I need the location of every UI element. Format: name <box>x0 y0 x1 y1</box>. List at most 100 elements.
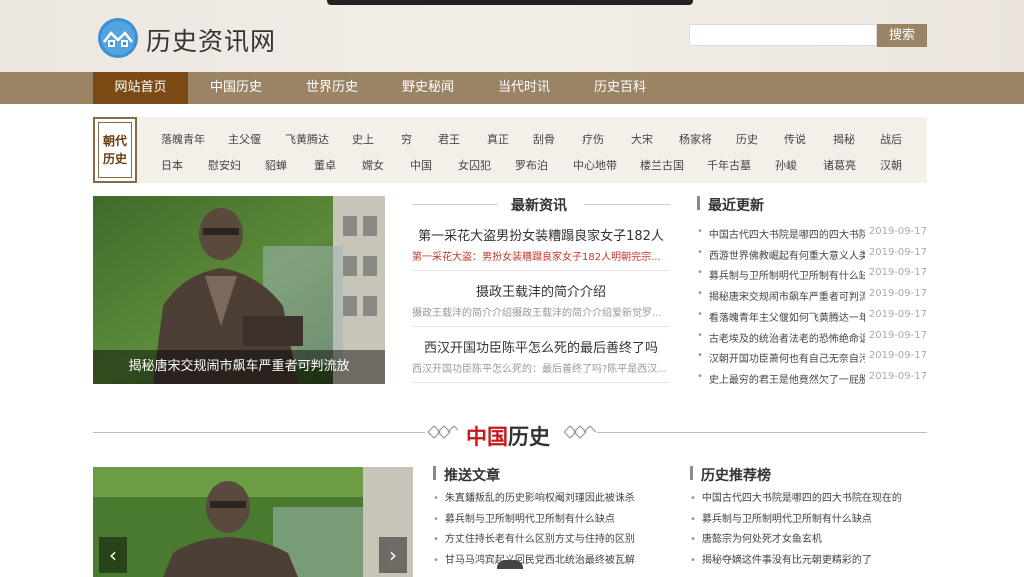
tag-link[interactable]: 穷 <box>401 131 412 147</box>
recommended-list-item-title[interactable]: 朱寘鐇叛乱的历史影响权阉刘瑾因此被诛杀 <box>445 493 635 504</box>
tag-link[interactable]: 貂蝉 <box>265 157 287 173</box>
recommended-list-item[interactable]: • 朱寘鐇叛乱的历史影响权阉刘瑾因此被诛杀 <box>433 489 635 504</box>
recent-item-date: 2019-09-17 <box>868 226 927 237</box>
section-title-dark: 历史 <box>508 424 550 449</box>
recent-list-item[interactable]: • 中国古代四大书院是哪四的四大书院 2019-09-17 <box>697 226 927 241</box>
ranking-list-item[interactable]: • 中国古代四大书院是哪四的四大书院在现在的 <box>690 489 902 504</box>
recent-list-item[interactable]: • 揭秘唐宋交规闹市飙车严重者可判流 2019-09-17 <box>697 288 927 303</box>
recent-item-title[interactable]: 募兵制与卫所制明代卫所制有什么缺 <box>709 267 865 282</box>
tag-link[interactable]: 日本 <box>161 157 183 173</box>
tag-link[interactable]: 战后 <box>880 131 902 147</box>
nav-item-world-history[interactable]: 世界历史 <box>284 72 380 104</box>
recommended-list-item[interactable]: • 方丈住持长老有什么区别方丈与住持的区别 <box>433 530 635 545</box>
tag-link[interactable]: 千年古墓 <box>707 157 751 173</box>
recent-list-item[interactable]: • 汉朝开国功臣萧何也有自己无奈自污 2019-09-17 <box>697 350 927 365</box>
recommended-list-item-title[interactable]: 募兵制与卫所制明代卫所制有什么缺点 <box>445 514 615 525</box>
tag-link[interactable]: 传说 <box>784 131 806 147</box>
site-name[interactable]: 历史资讯网 <box>146 22 276 58</box>
carousel-prev-button[interactable]: ‹ <box>99 537 127 573</box>
featured-article[interactable]: 揭秘唐宋交规闹市飙车严重者可判流放 <box>93 196 385 384</box>
bullet-icon: • <box>697 246 703 258</box>
search-button[interactable]: 搜索 <box>877 24 927 47</box>
recommended-list-item[interactable]: • 募兵制与卫所制明代卫所制有什么缺点 <box>433 510 615 525</box>
carousel-next-button[interactable]: › <box>379 537 407 573</box>
logo-icon[interactable] <box>98 18 138 58</box>
ranking-list-item-title[interactable]: 中国古代四大书院是哪四的四大书院在现在的 <box>702 493 902 504</box>
tag-link[interactable]: 大宋 <box>631 131 653 147</box>
tag-link[interactable]: 刮骨 <box>533 131 555 147</box>
ranking-list-item-title[interactable]: 唐懿宗为何处死才女鱼玄机 <box>702 534 822 545</box>
recent-item-title[interactable]: 汉朝开国功臣萧何也有自己无奈自污 <box>709 350 865 365</box>
diamond-ornament-icon <box>427 425 458 439</box>
carousel-image[interactable] <box>93 467 413 577</box>
tag-link[interactable]: 嫦女 <box>362 157 384 173</box>
tag-link[interactable]: 真正 <box>487 131 509 147</box>
recent-item-title[interactable]: 古老埃及的统治者法老的恐怖绝命诅 <box>709 330 865 345</box>
browser-top-strip <box>327 0 693 5</box>
recent-list-item[interactable]: • 看落魄青年主父偃如何飞黄腾达一年 2019-09-17 <box>697 309 927 324</box>
ranking-list-item[interactable]: • 唐懿宗为何处死才女鱼玄机 <box>690 530 822 545</box>
bullet-icon: • <box>697 308 703 320</box>
search-input[interactable] <box>689 24 877 46</box>
tag-link[interactable]: 诸葛亮 <box>823 157 856 173</box>
bullet-icon: • <box>697 329 703 341</box>
tag-link[interactable]: 揭秘 <box>833 131 855 147</box>
tag-link[interactable]: 疗伤 <box>582 131 604 147</box>
recommended-heading: 推送文章 <box>444 468 500 484</box>
recent-item-title[interactable]: 中国古代四大书院是哪四的四大书院 <box>709 226 865 241</box>
section-title-china-history[interactable]: 中国历史 <box>466 421 550 451</box>
nav-item-current-news[interactable]: 当代时讯 <box>476 72 572 104</box>
bullet-icon: • <box>433 513 439 525</box>
news-item-title[interactable]: 西汉开国功臣陈平怎么死的最后善终了吗 <box>412 337 670 356</box>
recent-list-item[interactable]: • 西游世界佛教崛起有何重大意义人类 2019-09-17 <box>697 247 927 262</box>
news-item-title[interactable]: 摄政王载沣的简介介绍 <box>412 281 670 300</box>
recent-item-date: 2019-09-17 <box>868 350 927 362</box>
tag-link[interactable]: 中国 <box>410 157 432 173</box>
news-item-summary: 西汉开国功臣陈平怎么死的：最后善终了吗?陈平是西汉... <box>412 364 667 375</box>
recent-item-title[interactable]: 看落魄青年主父偃如何飞黄腾达一年 <box>709 309 865 324</box>
tag-link[interactable]: 历史 <box>736 131 758 147</box>
tag-link[interactable]: 孙峻 <box>775 157 797 173</box>
main-nav: 网站首页 中国历史 世界历史 野史秘闻 当代时讯 历史百科 <box>0 72 1024 104</box>
tag-link[interactable]: 楼兰古国 <box>640 157 684 173</box>
bullet-icon: • <box>690 534 696 545</box>
bullet-icon: • <box>690 554 696 566</box>
recent-list-item[interactable]: • 募兵制与卫所制明代卫所制有什么缺 2019-09-17 <box>697 267 927 282</box>
ranking-list-item[interactable]: • 揭秘夺嫡这件事没有比元朝更精彩的了 <box>690 551 872 566</box>
recommended-list-item-title[interactable]: 方丈住持长老有什么区别方丈与住持的区别 <box>445 534 635 545</box>
tag-link[interactable]: 慰安妇 <box>208 157 241 173</box>
tag-link[interactable]: 罗布泊 <box>515 157 548 173</box>
recent-item-title[interactable]: 揭秘唐宋交规闹市飙车严重者可判流 <box>709 288 865 303</box>
recent-list-item[interactable]: • 古老埃及的统治者法老的恐怖绝命诅 2019-09-17 <box>697 330 927 345</box>
ranking-list-item-title[interactable]: 揭秘夺嫡这件事没有比元朝更精彩的了 <box>702 555 872 566</box>
recent-item-title[interactable]: 史上最穷的君王是他竟然欠了一屁股 <box>709 371 865 386</box>
tag-link[interactable]: 汉朝 <box>880 157 902 173</box>
bullet-icon: • <box>433 534 439 545</box>
ranking-list-item[interactable]: • 募兵制与卫所制明代卫所制有什么缺点 <box>690 510 872 525</box>
tag-link[interactable]: 史上 <box>352 131 374 147</box>
dynasty-badge-line2: 历史 <box>102 152 127 166</box>
recent-list-item[interactable]: • 史上最穷的君王是他竟然欠了一屁股 2019-09-17 <box>697 371 927 386</box>
nav-item-home[interactable]: 网站首页 <box>93 72 188 104</box>
recommended-list-item[interactable]: • 甘马马鸿宾起义回民党西北统治最终被瓦解 <box>433 551 635 566</box>
recommended-list-item-title[interactable]: 甘马马鸿宾起义回民党西北统治最终被瓦解 <box>445 555 635 566</box>
section-divider-left <box>93 432 425 433</box>
nav-item-encyclopedia[interactable]: 历史百科 <box>572 72 668 104</box>
ranking-list-item-title[interactable]: 募兵制与卫所制明代卫所制有什么缺点 <box>702 514 872 525</box>
tag-link[interactable]: 主父偃 <box>228 131 261 147</box>
tag-link[interactable]: 中心地带 <box>573 157 617 173</box>
tag-link[interactable]: 董卓 <box>314 157 336 173</box>
tag-link[interactable]: 女囚犯 <box>458 157 491 173</box>
tag-link[interactable]: 君王 <box>438 131 460 147</box>
news-item-title[interactable]: 第一采花大盗男扮女装糟蹋良家女子182人 <box>412 225 670 244</box>
bullet-icon: • <box>690 493 696 504</box>
tag-link[interactable]: 飞黄腾达 <box>285 131 329 147</box>
back-to-top-tab[interactable] <box>497 560 523 569</box>
tag-link[interactable]: 落魄青年 <box>161 131 205 147</box>
nav-item-china-history[interactable]: 中国历史 <box>188 72 284 104</box>
news-divider <box>412 382 670 383</box>
nav-item-unofficial-history[interactable]: 野史秘闻 <box>380 72 476 104</box>
recent-item-title[interactable]: 西游世界佛教崛起有何重大意义人类 <box>709 247 865 262</box>
tag-link[interactable]: 杨家将 <box>679 131 712 147</box>
bullet-icon: • <box>697 370 703 382</box>
